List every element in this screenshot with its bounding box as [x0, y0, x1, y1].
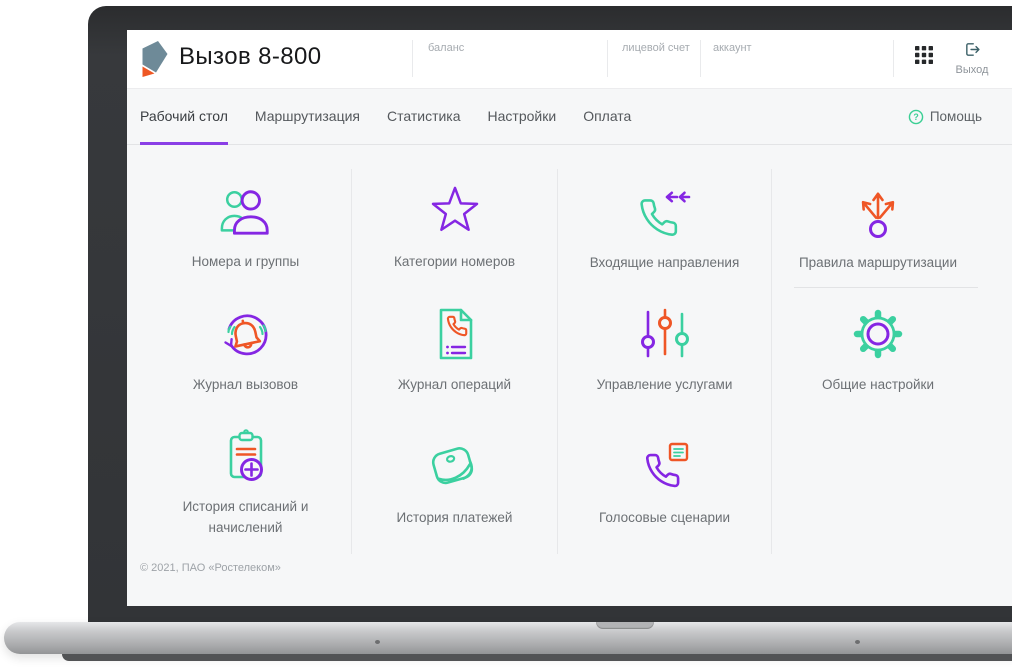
- tab-dashboard[interactable]: Рабочий стол: [140, 89, 228, 145]
- laptop-bezel: Вызов 8-800 баланс лицевой счет аккаунт: [88, 6, 1012, 622]
- call-log-bell-icon: [218, 306, 274, 362]
- main-nav: Рабочий стол Маршрутизация Статистика На…: [127, 89, 1012, 145]
- incoming-call-icon: [637, 184, 693, 240]
- tab-statistics[interactable]: Статистика: [387, 89, 461, 145]
- wallet-icon: [427, 439, 483, 495]
- grid-cell-empty: [771, 413, 984, 554]
- tile-number-categories[interactable]: Категории номеров: [351, 169, 557, 288]
- star-icon: [428, 185, 482, 239]
- app-title: Вызов 8-800: [179, 43, 322, 70]
- apps-grid-icon[interactable]: [915, 46, 933, 64]
- trackpad-notch: [596, 622, 654, 629]
- tile-label: История списаний и начислений: [182, 499, 309, 535]
- users-icon: [219, 185, 273, 239]
- sliders-icon: [637, 306, 693, 362]
- tile-voice-scenarios[interactable]: Голосовые сценарии: [557, 413, 771, 554]
- tile-charge-history[interactable]: История списаний и начислений: [140, 413, 351, 554]
- tile-operations-log[interactable]: Журнал операций: [351, 288, 557, 413]
- tile-label: Категории номеров: [393, 253, 516, 269]
- tile-label: Журнал операций: [397, 376, 512, 392]
- personal-account-label: лицевой счет: [622, 42, 690, 54]
- help-link[interactable]: ? Помощь: [908, 89, 982, 144]
- dashboard-grid: Номера и группы Категории номеров Входящ…: [140, 169, 984, 554]
- routing-arrows-icon: [850, 184, 906, 240]
- tab-routing[interactable]: Маршрутизация: [255, 89, 360, 145]
- header-divider: [700, 40, 701, 77]
- operations-document-icon: [427, 306, 483, 362]
- help-question-icon: ?: [908, 109, 924, 125]
- tile-call-log[interactable]: Журнал вызовов: [140, 288, 351, 413]
- base-screw-right: [855, 640, 860, 644]
- tile-label: Журнал вызовов: [192, 376, 299, 392]
- rostelecom-logo-icon[interactable]: [140, 40, 170, 78]
- tile-routing-rules[interactable]: Правила маршрутизации: [771, 169, 984, 288]
- tab-settings[interactable]: Настройки: [488, 89, 557, 145]
- logout-label: Выход: [955, 64, 989, 76]
- tile-general-settings[interactable]: Общие настройки: [771, 288, 984, 413]
- tile-label: Правила маршрутизации: [798, 254, 958, 270]
- header-divider: [893, 40, 894, 77]
- tile-numbers-and-groups[interactable]: Номера и группы: [140, 169, 351, 288]
- tab-payment[interactable]: Оплата: [583, 89, 631, 145]
- footer-copyright: © 2021, ПАО «Ростелеком»: [140, 562, 281, 574]
- tile-label: Номера и группы: [191, 253, 300, 269]
- tile-service-management[interactable]: Управление услугами: [557, 288, 771, 413]
- voice-script-phone-icon: [637, 439, 693, 495]
- laptop-screen: Вызов 8-800 баланс лицевой счет аккаунт: [127, 30, 1012, 606]
- header-divider: [412, 40, 413, 77]
- account-label: аккаунт: [713, 42, 752, 54]
- svg-text:?: ?: [913, 112, 918, 122]
- logout-icon: [964, 41, 981, 58]
- tile-label: Управление услугами: [596, 376, 733, 392]
- base-screw-left: [375, 640, 380, 644]
- tile-incoming-directions[interactable]: Входящие направления: [557, 169, 771, 288]
- tile-label: Голосовые сценарии: [598, 509, 731, 525]
- tile-payment-history[interactable]: История платежей: [351, 413, 557, 554]
- clipboard-plus-icon: [218, 428, 274, 484]
- balance-label: баланс: [428, 42, 465, 54]
- logout-button[interactable]: Выход: [949, 41, 995, 76]
- laptop-base: [4, 622, 1012, 654]
- tile-label: История платежей: [396, 509, 513, 525]
- app-header: Вызов 8-800 баланс лицевой счет аккаунт: [127, 30, 1012, 89]
- laptop-bottom-edge: [62, 654, 1012, 661]
- header-divider: [607, 40, 608, 77]
- gear-icon: [850, 306, 906, 362]
- help-label: Помощь: [929, 109, 982, 124]
- tile-label: Общие настройки: [821, 376, 935, 392]
- tile-label: Входящие направления: [589, 254, 740, 270]
